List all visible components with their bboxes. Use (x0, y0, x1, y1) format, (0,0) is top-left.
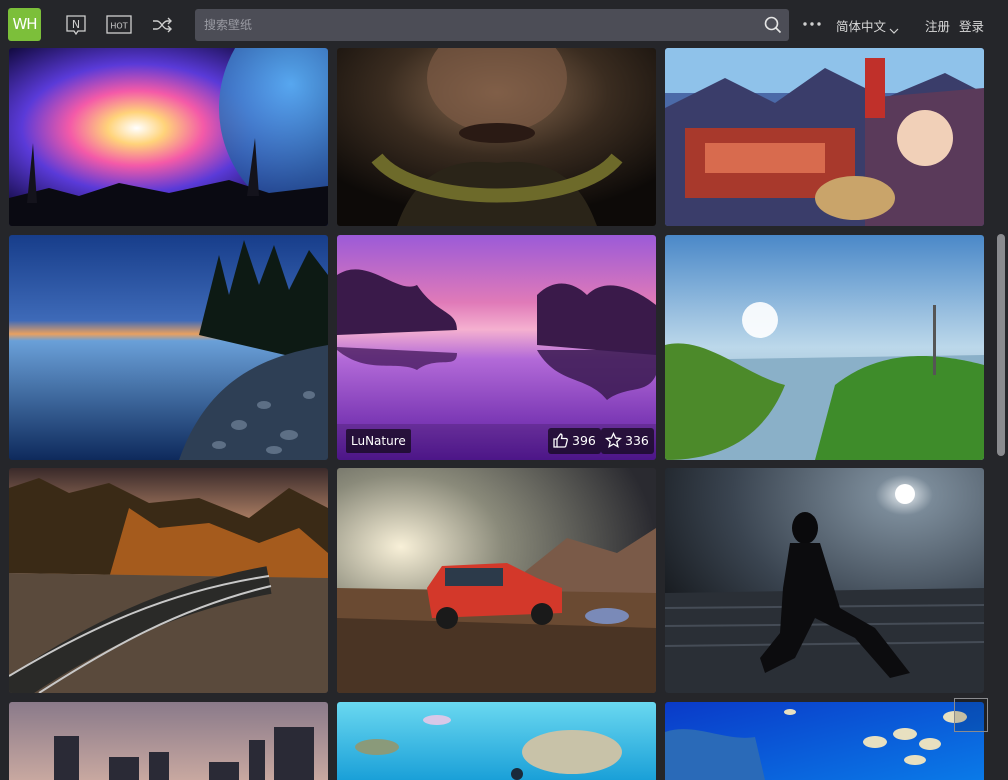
thumbs-up-icon (553, 433, 568, 448)
hot-wallpapers-icon[interactable]: HOT (106, 13, 132, 37)
wallpaper-tile[interactable] (665, 48, 984, 226)
wallpaper-tile[interactable] (9, 235, 328, 460)
wallpaper-image (9, 48, 328, 226)
wallpaper-tile[interactable] (337, 48, 656, 226)
register-link[interactable]: 注册 (925, 16, 950, 35)
wallpaper-image (337, 702, 656, 780)
wallpaper-tile[interactable] (9, 48, 328, 226)
chevron-down-icon[interactable] (889, 20, 899, 34)
search-bar (195, 9, 789, 41)
favorite-button[interactable]: 336 (601, 428, 654, 454)
search-input[interactable] (195, 9, 755, 41)
wallpaper-tile[interactable] (9, 468, 328, 693)
wallpaper-image (9, 702, 328, 780)
scrollbar-thumb[interactable] (997, 234, 1005, 456)
wallpaper-image (665, 702, 984, 780)
star-icon (605, 432, 622, 449)
back-to-top-button[interactable] (954, 698, 988, 732)
svg-text:HOT: HOT (110, 22, 127, 31)
login-link[interactable]: 登录 (959, 16, 984, 35)
like-count: 396 (572, 433, 596, 448)
top-bar: WH N HOT 简体中文 (0, 0, 1008, 48)
wallpaper-tile[interactable] (337, 702, 656, 780)
new-wallpapers-icon[interactable]: N (64, 13, 88, 37)
wallpaper-tile[interactable] (9, 702, 328, 780)
svg-text:N: N (72, 18, 80, 31)
favorite-count: 336 (625, 433, 649, 448)
wallpaper-tile[interactable] (665, 702, 984, 780)
wallpaper-image (665, 235, 984, 460)
like-button[interactable]: 396 (548, 428, 601, 454)
site-logo[interactable]: WH (8, 8, 41, 41)
search-icon[interactable] (763, 15, 783, 35)
wallpaper-tile[interactable] (665, 235, 984, 460)
wallpaper-tile[interactable] (337, 468, 656, 693)
wallpaper-image (9, 468, 328, 693)
wallpaper-image (337, 468, 656, 693)
wallpaper-image (665, 468, 984, 693)
wallpaper-image (9, 235, 328, 460)
wallpaper-image (665, 48, 984, 226)
language-selector[interactable]: 简体中文 (836, 16, 886, 35)
shuffle-icon[interactable] (150, 13, 174, 37)
more-options-icon[interactable] (802, 14, 822, 34)
wallpaper-image (337, 48, 656, 226)
wallpaper-tile[interactable] (665, 468, 984, 693)
uploader-name[interactable]: LuNature (346, 429, 411, 453)
wallpaper-tile[interactable]: LuNature 396 336 (337, 235, 656, 460)
